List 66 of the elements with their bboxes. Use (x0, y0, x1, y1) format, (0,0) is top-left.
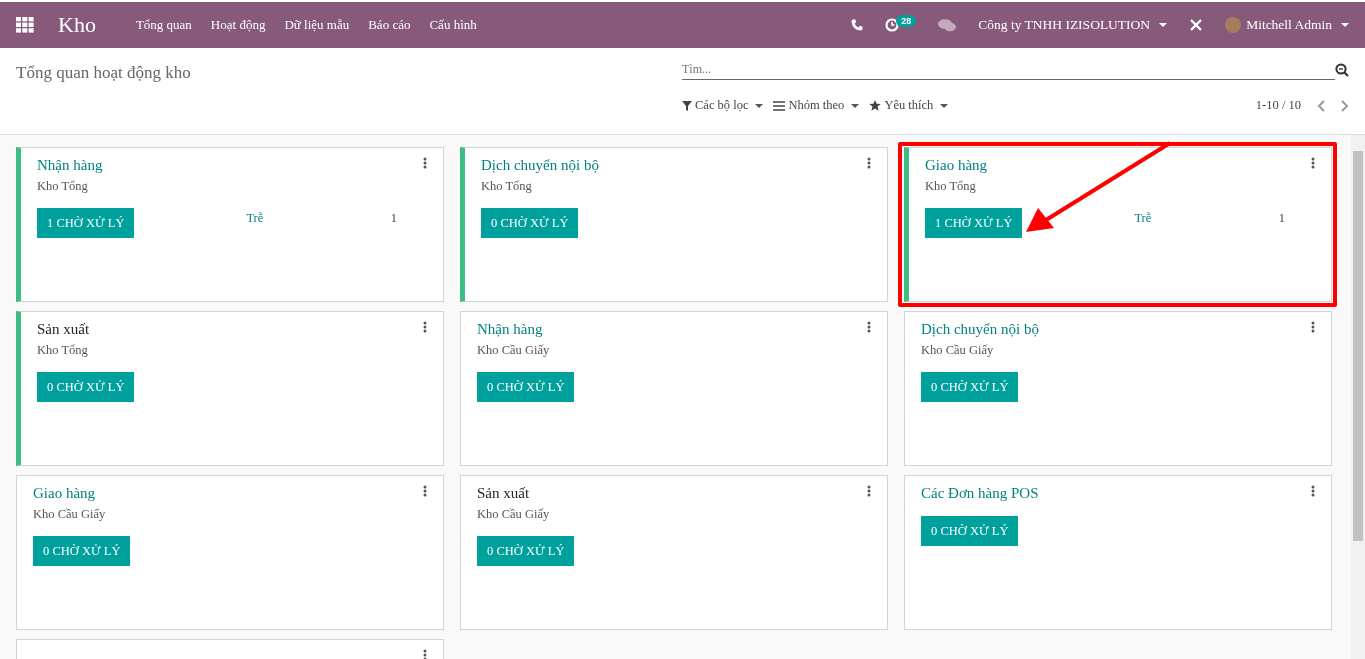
warehouse-name: Kho Tổng (481, 179, 533, 194)
more-options-icon[interactable] (423, 157, 427, 169)
menu-item[interactable]: Dữ liệu mẫu (284, 17, 350, 33)
clock-icon[interactable] (885, 18, 900, 32)
menu-item[interactable]: Cấu hình (429, 17, 477, 33)
more-options-icon[interactable] (867, 157, 871, 169)
warehouse-name: Kho Tổng (925, 179, 977, 194)
star-icon (869, 100, 882, 111)
more-options-icon[interactable] (1311, 321, 1315, 333)
filter-icon (682, 100, 692, 111)
avatar-circle (1225, 17, 1242, 33)
pager-count: 1-10 / 10 (1255, 98, 1301, 113)
filter-dropdown[interactable]: Yêu thích (869, 98, 949, 113)
filter-dropdown[interactable]: Các bộ lọc (682, 98, 764, 113)
apps-grid-icon[interactable] (16, 17, 34, 33)
warehouse-name: Kho Cầu Giấy (477, 343, 550, 358)
card-title[interactable]: Nhận hàng (477, 321, 550, 338)
pending-button[interactable]: 0 CHỜ XỬ LÝ (37, 372, 135, 402)
pending-button[interactable]: 1 CHỜ XỬ LÝ (37, 208, 135, 238)
pending-button[interactable]: 0 CHỜ XỬ LÝ (33, 536, 131, 566)
late-count: 1 (390, 210, 397, 226)
card-title[interactable]: Sản xuất (37, 321, 90, 338)
warehouse-name: Kho Cầu Giấy (33, 507, 106, 522)
more-options-icon[interactable] (1311, 157, 1315, 169)
chat-bubbles-icon[interactable] (938, 18, 957, 32)
pending-button[interactable]: 0 CHỜ XỬ LÝ (921, 516, 1019, 546)
warehouse-name: Kho Cầu Giấy (477, 507, 550, 522)
next-page-icon[interactable] (1341, 99, 1349, 112)
more-options-icon[interactable] (867, 485, 871, 497)
more-options-icon[interactable] (1311, 485, 1315, 497)
pending-button[interactable]: 0 CHỜ XỬ LÝ (477, 536, 575, 566)
late-link[interactable]: Trễ (1134, 210, 1152, 226)
menu-item[interactable]: Tổng quan (135, 17, 192, 33)
card-title[interactable]: Sản xuất (477, 485, 550, 502)
phone-icon[interactable] (851, 19, 864, 31)
scrollbar[interactable] (1351, 135, 1365, 659)
card-title[interactable]: Giao hàng (33, 485, 106, 502)
card-title[interactable]: Dịch chuyển nội bộ (481, 157, 599, 174)
card-title[interactable]: Dịch chuyển nội bộ (921, 321, 1039, 338)
pending-button[interactable]: 0 CHỜ XỬ LÝ (477, 372, 575, 402)
warehouse-name: Kho Cầu Giấy (921, 343, 995, 358)
late-count: 1 (1278, 210, 1285, 226)
company-switcher[interactable]: Công ty TNHH IZISOLUTION (978, 17, 1168, 33)
user-menu[interactable]: Mitchell Admin (1225, 17, 1349, 33)
warehouse-name: Kho Tổng (37, 343, 89, 358)
card-title[interactable]: Nhận hàng (37, 157, 103, 174)
more-options-icon[interactable] (423, 485, 427, 497)
app-name: Kho (58, 12, 96, 38)
pending-button[interactable]: 0 CHỜ XỬ LÝ (481, 208, 579, 238)
previous-page-icon[interactable] (1317, 99, 1325, 112)
late-link[interactable]: Trễ (246, 210, 264, 226)
more-options-icon[interactable] (867, 321, 871, 333)
filter-dropdown[interactable]: Nhóm theo (773, 98, 860, 113)
more-options-icon[interactable] (423, 649, 427, 659)
pending-button[interactable]: 0 CHỜ XỬ LÝ (921, 372, 1019, 402)
list-icon (773, 100, 786, 111)
search-icon[interactable] (1335, 63, 1349, 77)
more-options-icon[interactable] (423, 321, 427, 333)
card-title[interactable]: Các Đơn hàng POS (921, 485, 1039, 502)
menu-item[interactable]: Hoạt động (210, 17, 266, 33)
menu-item[interactable]: Báo cáo (368, 17, 411, 33)
page-title: Tổng quan hoạt động kho (16, 63, 192, 83)
notification-count-badge: 28 (896, 15, 917, 27)
pending-button[interactable]: 1 CHỜ XỬ LÝ (925, 208, 1023, 238)
card-title[interactable]: Giao hàng (925, 157, 988, 174)
warehouse-name: Kho Tổng (37, 179, 89, 194)
